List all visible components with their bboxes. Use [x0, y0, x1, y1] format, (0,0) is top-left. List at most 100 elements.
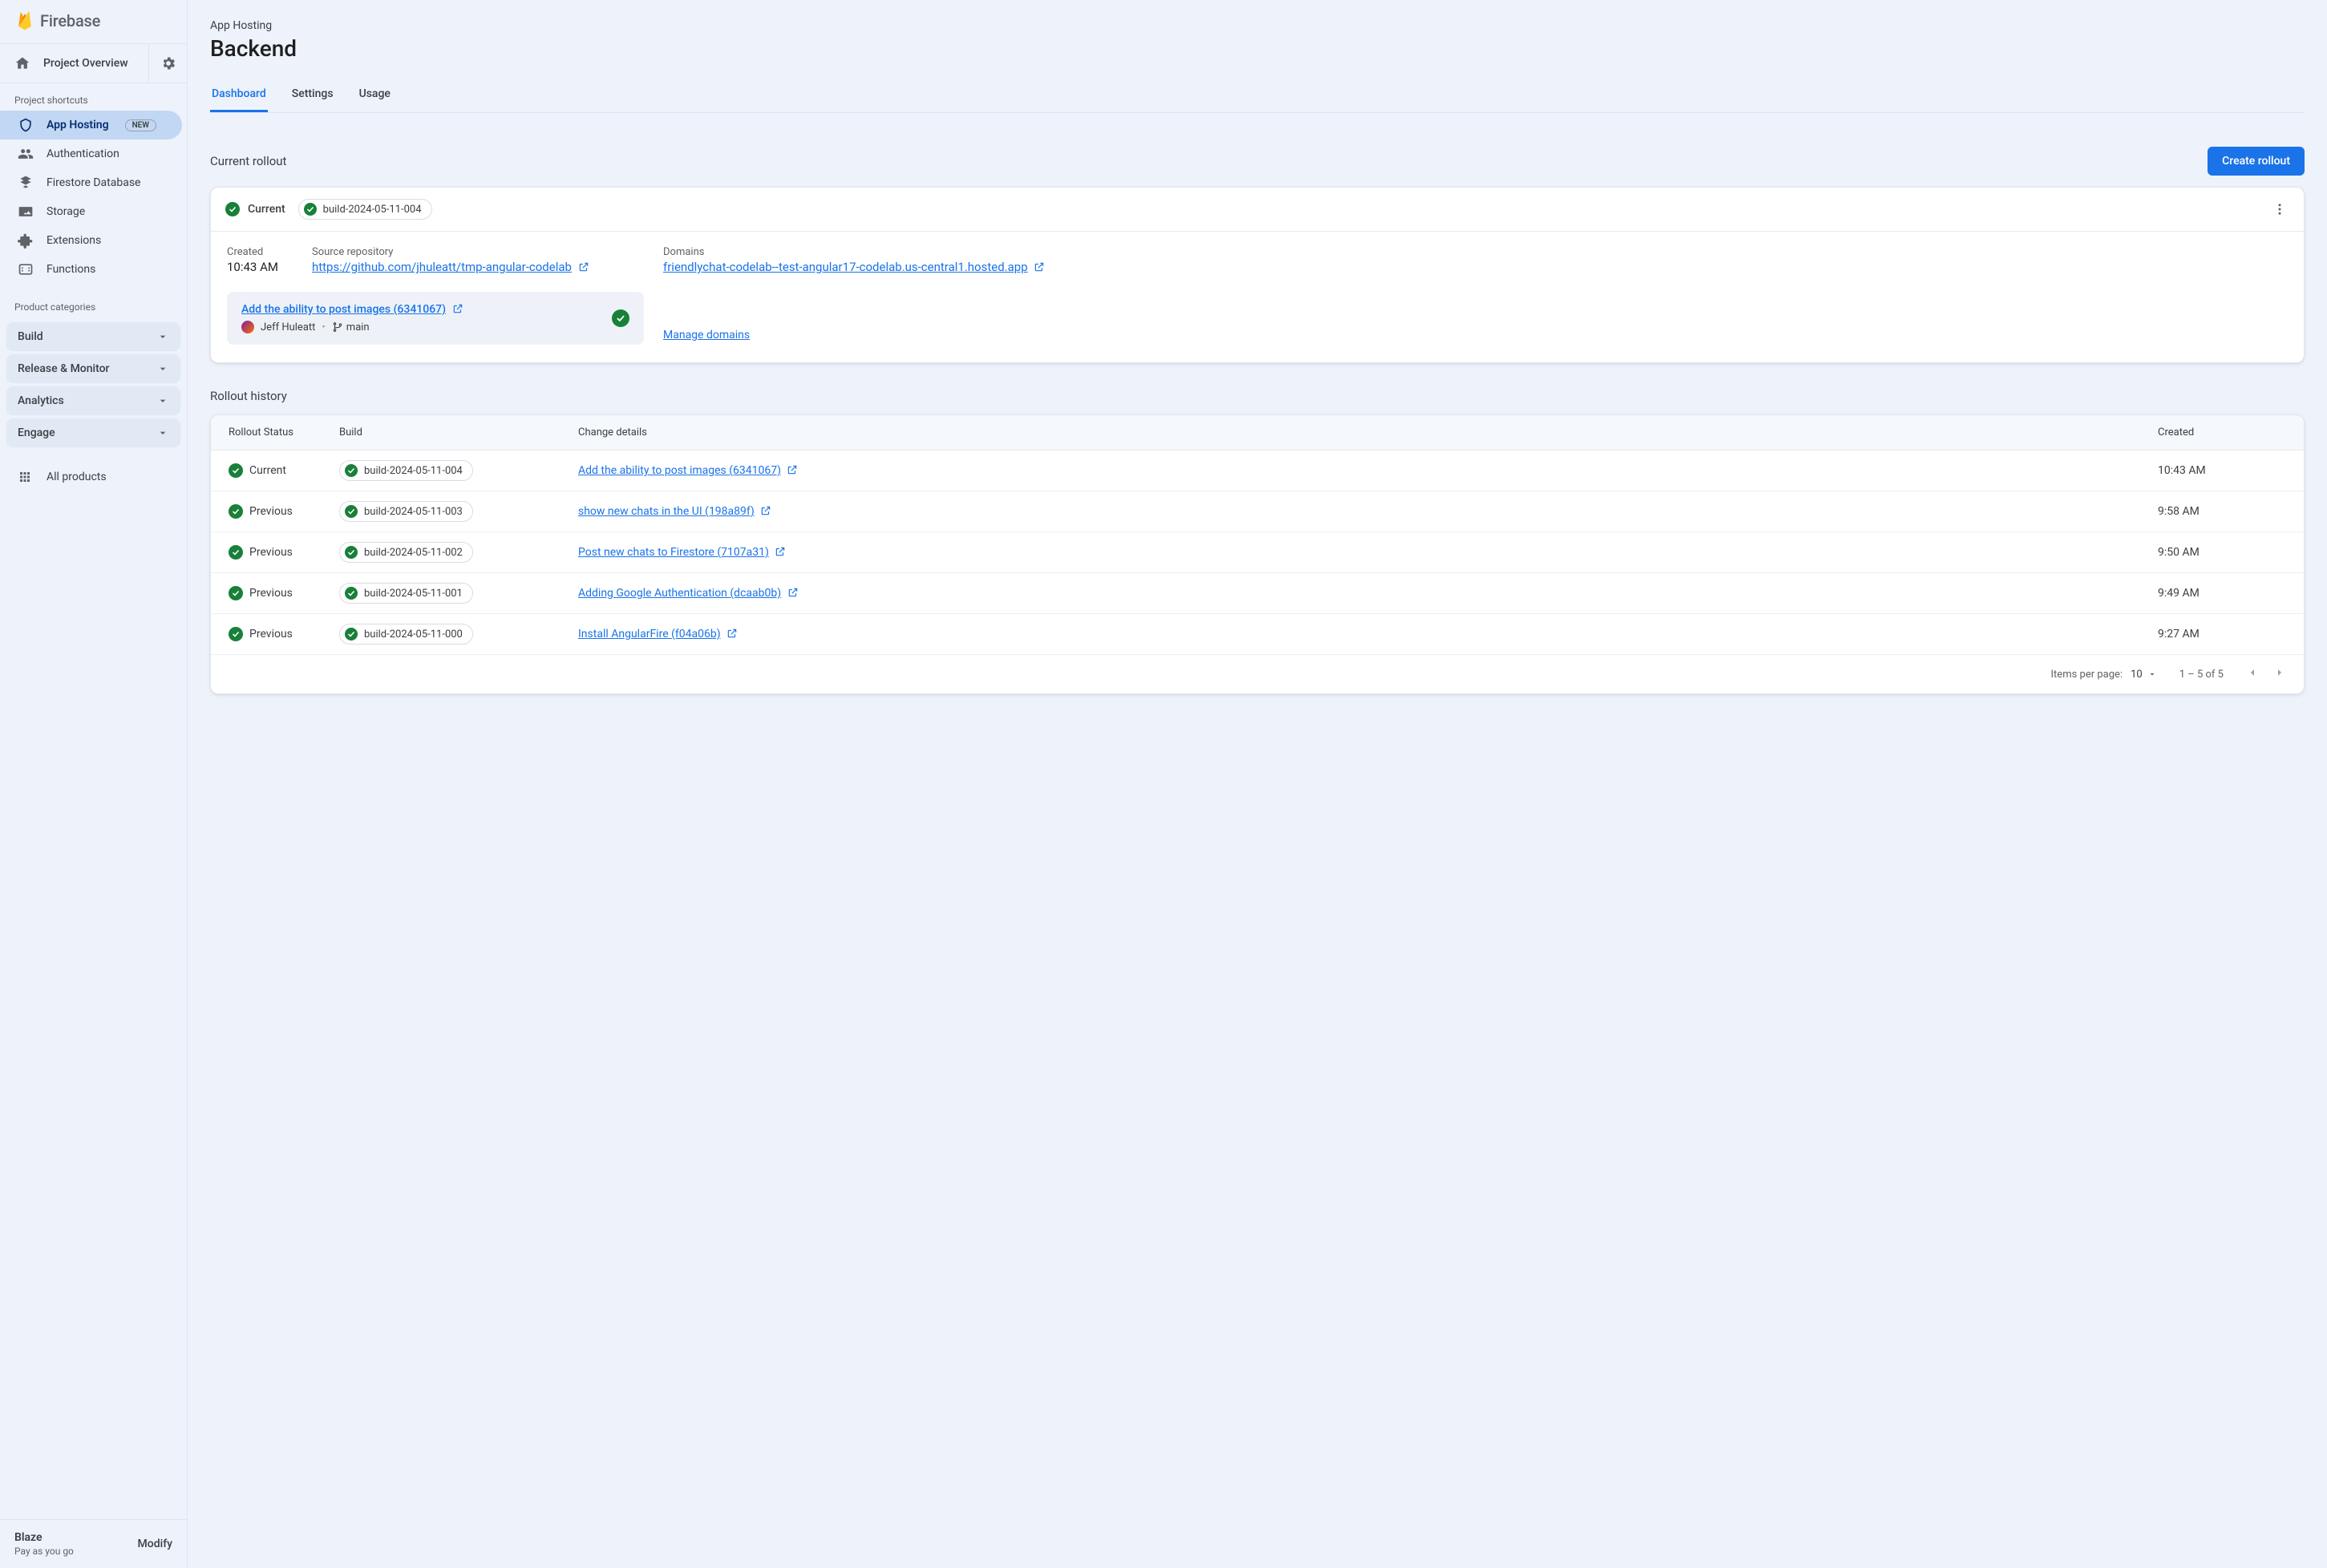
row-created: 9:58 AM	[2158, 505, 2286, 518]
sidebar-item-firestore[interactable]: Firestore Database	[0, 168, 187, 197]
row-change-link[interactable]: Adding Google Authentication (dcaab0b)	[578, 587, 781, 600]
external-link-icon	[787, 464, 798, 475]
page-title: Backend	[210, 35, 2305, 62]
all-products-link[interactable]: All products	[0, 454, 187, 500]
table-row: Previous build-2024-05-11-000 Install An…	[211, 614, 2304, 654]
category-label: Build	[18, 330, 43, 343]
sidebar-item-label: Extensions	[47, 234, 101, 247]
sidebar-item-label: Functions	[47, 263, 95, 276]
row-change-link[interactable]: Install AngularFire (f04a06b)	[578, 628, 721, 641]
category-engage[interactable]: Engage	[6, 418, 180, 447]
sidebar: Firebase Project Overview Project shortc…	[0, 0, 188, 1568]
category-label: Engage	[18, 426, 55, 439]
rollout-history-table: Rollout Status Build Change details Crea…	[210, 414, 2305, 694]
project-overview-link[interactable]: Project Overview	[0, 44, 148, 83]
sidebar-item-label: Authentication	[47, 148, 119, 160]
sidebar-item-storage[interactable]: Storage	[0, 197, 187, 226]
current-rollout-title: Current rollout	[210, 154, 286, 168]
new-badge: NEW	[125, 119, 157, 131]
sidebar-item-extensions[interactable]: Extensions	[0, 226, 187, 255]
created-label: Created	[227, 246, 278, 258]
row-build-pill[interactable]: build-2024-05-11-003	[339, 501, 473, 522]
row-status: Previous	[249, 628, 293, 641]
dropdown-arrow-icon	[2147, 669, 2157, 679]
firebase-logo[interactable]: Firebase	[0, 0, 187, 44]
created-value: 10:43 AM	[227, 260, 278, 274]
row-change-link[interactable]: Post new chats to Firestore (7107a31)	[578, 546, 769, 559]
settings-gear-button[interactable]	[148, 44, 187, 83]
chevron-down-icon	[156, 394, 169, 407]
items-per-page-select[interactable]: 10	[2131, 669, 2157, 681]
commit-author: Jeff Huleatt	[261, 321, 315, 333]
row-status: Previous	[249, 546, 293, 559]
manage-domains-link[interactable]: Manage domains	[663, 329, 750, 341]
row-build-pill[interactable]: build-2024-05-11-002	[339, 542, 473, 563]
row-change-link[interactable]: Add the ability to post images (6341067)	[578, 464, 781, 477]
col-created: Created	[2158, 426, 2286, 438]
sidebar-categories-title: Product categories	[0, 284, 187, 317]
row-status: Previous	[249, 587, 293, 600]
commit-box: Add the ability to post images (6341067)…	[227, 292, 644, 345]
chevron-down-icon	[156, 362, 169, 375]
external-link-icon	[775, 546, 786, 557]
repo-link[interactable]: https://github.com/jhuleatt/tmp-angular-…	[312, 260, 572, 274]
status-success-icon	[229, 586, 243, 600]
category-analytics[interactable]: Analytics	[6, 386, 180, 415]
sidebar-item-authentication[interactable]: Authentication	[0, 139, 187, 168]
col-status: Rollout Status	[229, 426, 339, 438]
commit-link[interactable]: Add the ability to post images (6341067)	[241, 303, 446, 316]
row-status: Previous	[249, 505, 293, 518]
table-row: Previous build-2024-05-11-001 Adding Goo…	[211, 573, 2304, 614]
row-build-pill[interactable]: build-2024-05-11-001	[339, 583, 473, 604]
items-per-page-value: 10	[2131, 669, 2143, 681]
external-link-icon	[787, 587, 799, 598]
chevron-left-icon	[2246, 666, 2259, 679]
row-build-pill[interactable]: build-2024-05-11-004	[339, 460, 473, 481]
tab-settings[interactable]: Settings	[290, 81, 335, 112]
plan-name: Blaze	[14, 1531, 74, 1544]
status-success-icon	[345, 546, 358, 559]
external-link-icon	[1034, 261, 1045, 273]
next-page-button[interactable]	[2273, 666, 2286, 682]
external-link-icon	[452, 303, 463, 314]
external-link-icon	[726, 628, 738, 639]
plan-modify-button[interactable]: Modify	[138, 1538, 172, 1550]
tab-usage[interactable]: Usage	[358, 81, 392, 112]
sidebar-item-label: Storage	[47, 205, 85, 218]
external-link-icon	[760, 505, 771, 516]
sidebar-shortcuts-title: Project shortcuts	[0, 83, 187, 111]
overflow-menu-button[interactable]	[2270, 200, 2289, 219]
current-build-pill[interactable]: build-2024-05-11-004	[298, 199, 432, 220]
sidebar-item-label: App Hosting	[47, 119, 109, 131]
prev-page-button[interactable]	[2246, 666, 2259, 682]
brand-name: Firebase	[40, 11, 100, 30]
repo-label: Source repository	[312, 246, 589, 258]
row-build: build-2024-05-11-002	[364, 547, 463, 559]
status-success-icon	[229, 627, 243, 641]
sidebar-item-app-hosting[interactable]: App Hosting NEW	[0, 111, 182, 139]
domain-link[interactable]: friendlychat-codelab--test-angular17-cod…	[663, 260, 1028, 274]
col-change: Change details	[578, 426, 2158, 438]
sidebar-item-functions[interactable]: Functions	[0, 255, 187, 284]
external-link-icon	[578, 261, 589, 273]
row-build: build-2024-05-11-000	[364, 628, 463, 641]
page-range: 1 – 5 of 5	[2179, 669, 2224, 681]
row-build: build-2024-05-11-001	[364, 588, 463, 600]
row-change-link[interactable]: show new chats in the UI (198a89f)	[578, 505, 755, 518]
tab-dashboard[interactable]: Dashboard	[210, 81, 268, 112]
status-label: Current	[248, 203, 285, 216]
domains-label: Domains	[663, 246, 2288, 258]
status-success-icon	[229, 545, 243, 560]
table-footer: Items per page: 10 1 – 5 of 5	[211, 654, 2304, 693]
row-build: build-2024-05-11-004	[364, 465, 463, 477]
table-row: Previous build-2024-05-11-003 show new c…	[211, 491, 2304, 532]
sidebar-item-label: Firestore Database	[47, 176, 140, 189]
row-build-pill[interactable]: build-2024-05-11-000	[339, 624, 473, 645]
category-release-monitor[interactable]: Release & Monitor	[6, 354, 180, 383]
create-rollout-button[interactable]: Create rollout	[2208, 147, 2305, 176]
status-success-icon	[229, 504, 243, 519]
plan-card: Blaze Pay as you go Modify	[0, 1519, 187, 1568]
chevron-down-icon	[156, 330, 169, 343]
row-status: Current	[249, 464, 286, 477]
category-build[interactable]: Build	[6, 322, 180, 351]
